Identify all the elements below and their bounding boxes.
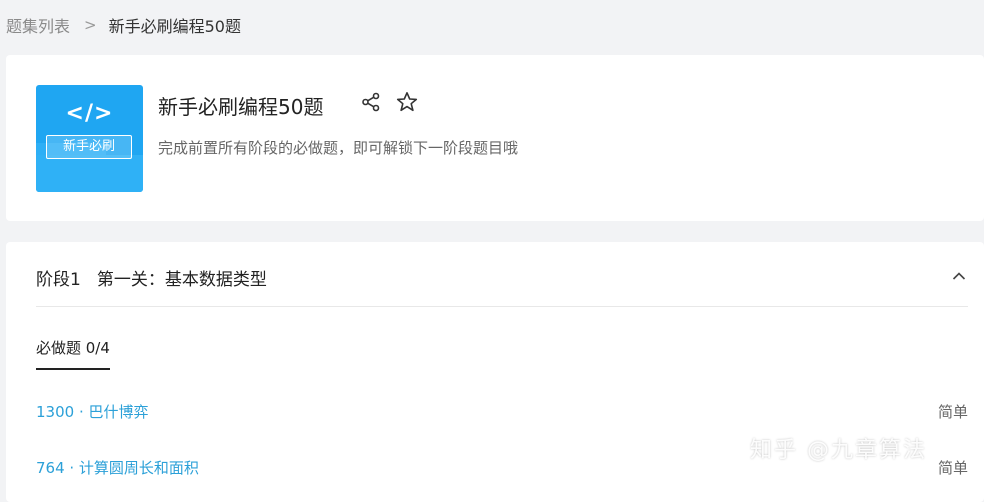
problem-row: 1300 · 巴什博弈 简单 bbox=[36, 401, 968, 422]
difficulty-label: 简单 bbox=[937, 459, 968, 477]
problem-set-title: 新手必刷编程50题 bbox=[158, 95, 324, 119]
tab-required-problems[interactable]: 必做题 0/4 bbox=[36, 337, 110, 370]
problem-link[interactable]: 1300 · 巴什博弈 bbox=[36, 401, 148, 422]
chevron-up-icon[interactable] bbox=[950, 267, 968, 285]
watermark: 知乎 @九章算法 bbox=[750, 438, 927, 463]
problem-set-cover-image: </> 新手必刷 bbox=[36, 85, 143, 192]
title-actions bbox=[360, 91, 418, 113]
breadcrumb: 题集列表 > 新手必刷编程50题 bbox=[6, 13, 241, 37]
problem-set-header-card: </> 新手必刷 新手必刷编程50题 完成前置所有阶段的必做题，即可解锁下一阶段… bbox=[6, 55, 984, 221]
cover-badge: 新手必刷 bbox=[46, 135, 132, 159]
code-icon: </> bbox=[65, 101, 114, 126]
stage-header[interactable]: 阶段1 第一关：基本数据类型 bbox=[36, 265, 968, 307]
breadcrumb-parent-link[interactable]: 题集列表 bbox=[6, 13, 70, 37]
difficulty-label: 简单 bbox=[937, 403, 968, 421]
stage-label: 阶段1 bbox=[36, 270, 81, 290]
problem-link[interactable]: 764 · 计算圆周长和面积 bbox=[36, 457, 199, 478]
breadcrumb-current: 新手必刷编程50题 bbox=[108, 17, 241, 36]
star-icon[interactable] bbox=[396, 91, 418, 113]
tab-label: 必做题 0/4 bbox=[36, 339, 110, 357]
breadcrumb-separator: > bbox=[84, 16, 97, 34]
share-icon[interactable] bbox=[360, 91, 382, 113]
problem-set-description: 完成前置所有阶段的必做题，即可解锁下一阶段题目哦 bbox=[158, 139, 519, 157]
stage-name: 第一关：基本数据类型 bbox=[96, 270, 267, 290]
